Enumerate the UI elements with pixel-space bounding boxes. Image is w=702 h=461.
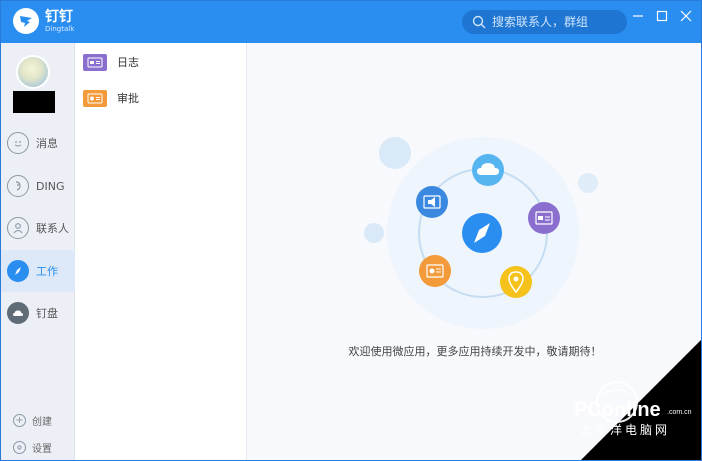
settings-label: 设置	[32, 444, 52, 455]
bubble-decoration	[379, 137, 411, 169]
watermark-domain: .com.cn	[667, 409, 692, 416]
user-name-redacted	[13, 91, 55, 113]
pconline-watermark: PConline .com.cn 太平洋电脑网	[574, 340, 701, 460]
create-button[interactable]: + 创建	[13, 413, 52, 428]
nav-item-label: DING	[36, 179, 65, 193]
app-subtitle: Dingtalk	[45, 24, 75, 33]
close-button[interactable]	[679, 9, 693, 23]
close-icon	[680, 10, 692, 22]
title-bar: 钉钉 Dingtalk	[1, 1, 701, 43]
bubble-decoration	[578, 173, 598, 193]
window-controls	[631, 9, 693, 23]
watermark-brand: PConline	[574, 399, 661, 421]
nav-item-work[interactable]: 工作	[1, 250, 75, 292]
search-icon	[472, 15, 486, 29]
search-box[interactable]	[462, 10, 627, 34]
compass-icon	[7, 260, 29, 282]
nav-item-label: 联系人	[36, 222, 69, 235]
app-logo: 钉钉 Dingtalk	[13, 8, 74, 34]
settings-button[interactable]: 设置	[13, 440, 52, 455]
nav-item-label: 消息	[36, 137, 58, 150]
maximize-icon	[656, 10, 668, 22]
approval-icon	[83, 89, 107, 107]
message-icon	[7, 132, 29, 154]
nav-item-contacts[interactable]: 联系人	[1, 207, 75, 249]
cloud-disk-icon	[7, 302, 29, 324]
contacts-icon	[7, 217, 29, 239]
plus-icon: +	[13, 414, 26, 427]
minimize-icon	[633, 15, 643, 17]
dingtalk-window: 钉钉 Dingtalk 搜索联系人，群组 消息 DING 联系人 工作 钉盘 +…	[0, 0, 702, 461]
search-input[interactable]	[492, 15, 612, 29]
nav-item-label: 钉盘	[36, 307, 58, 320]
bubble-decoration	[364, 223, 384, 243]
maximize-button[interactable]	[655, 9, 669, 23]
nav-item-messages[interactable]: 消息	[1, 122, 75, 164]
dingtalk-logo-icon	[13, 8, 39, 34]
log-icon	[528, 202, 560, 234]
log-icon	[83, 53, 107, 71]
app-item-approval[interactable]: 审批	[83, 87, 139, 109]
ding-icon	[7, 175, 29, 197]
minimize-button[interactable]	[631, 9, 645, 23]
watermark-tagline: 太平洋电脑网	[580, 422, 670, 437]
nav-item-ding[interactable]: DING	[1, 165, 75, 207]
left-sidebar: 消息 DING 联系人 工作 钉盘 + 创建 设置	[1, 43, 75, 460]
avatar[interactable]	[16, 55, 50, 89]
app-item-log[interactable]: 日志	[83, 51, 139, 73]
gear-icon	[13, 441, 26, 454]
app-item-label: 日志	[117, 56, 139, 69]
app-item-label: 审批	[117, 92, 139, 105]
app-list: 日志 审批	[75, 43, 247, 460]
approval-icon	[419, 255, 451, 287]
app-title: 钉钉	[45, 8, 73, 25]
nav-item-label: 工作	[36, 265, 58, 278]
nav-item-disk[interactable]: 钉盘	[1, 292, 75, 334]
micro-apps-illustration	[364, 137, 598, 329]
create-label: 创建	[32, 417, 52, 428]
